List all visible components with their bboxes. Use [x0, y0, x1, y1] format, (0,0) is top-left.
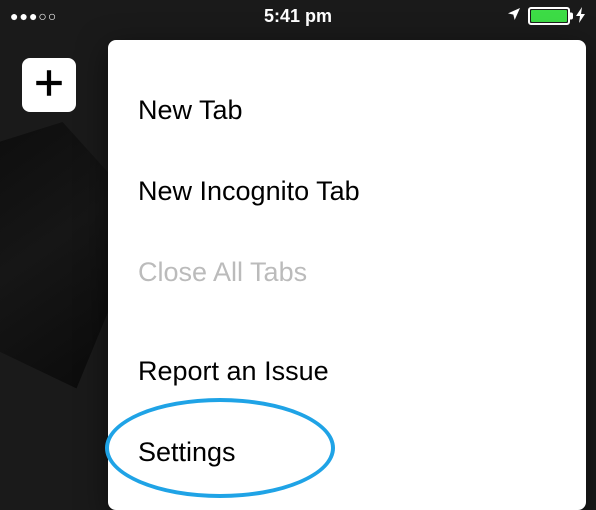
clock: 5:41 pm [264, 6, 332, 27]
menu-divider [138, 313, 586, 331]
status-right [506, 6, 586, 27]
signal-strength: ●●●○○ [10, 8, 57, 24]
new-tab-button[interactable] [22, 58, 76, 112]
overflow-menu: New Tab New Incognito Tab Close All Tabs… [108, 40, 586, 510]
menu-item-settings[interactable]: Settings [138, 412, 586, 493]
menu-item-new-incognito-tab[interactable]: New Incognito Tab [138, 151, 586, 232]
menu-item-report-issue[interactable]: Report an Issue [138, 331, 586, 412]
battery-icon [528, 7, 570, 25]
location-icon [506, 6, 522, 27]
menu-item-new-tab[interactable]: New Tab [138, 70, 586, 151]
plus-icon [32, 66, 66, 105]
menu-item-close-all-tabs: Close All Tabs [138, 232, 586, 313]
charging-icon [576, 7, 586, 26]
status-bar: ●●●○○ 5:41 pm [0, 0, 596, 32]
battery-fill [531, 10, 567, 22]
signal-dots-icon: ●●●○○ [10, 8, 57, 24]
